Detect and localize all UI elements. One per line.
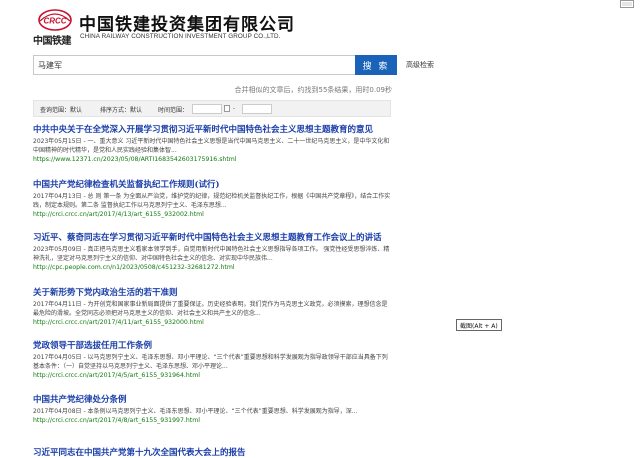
result-item: 党政领导干部选拔任用工作条例 2017年04月05日 - 以马克思列宁主义、毛泽… — [33, 339, 393, 379]
result-item: 中国共产党纪律检查机关监督执纪工作规则(试行) 2017年04月13日 - 总 … — [33, 178, 393, 218]
result-url[interactable]: http://crci.crcc.cn/art/2017/4/11/art_61… — [33, 319, 393, 326]
result-snippet: 2017年04月11日 - 为开创党和国家事业新局面提供了重要保证。历史经验表明… — [33, 301, 388, 317]
result-url[interactable]: http://crci.crcc.cn/art/2017/4/5/art_615… — [33, 372, 393, 379]
result-item: 中国共产党纪律处分条例 2017年04月08日 - 本条例以马克思列宁主义、毛泽… — [33, 393, 393, 424]
screenshot-tooltip: 截图(Alt + A) — [456, 319, 502, 331]
result-snippet: 2023年05月09日 - 真正把马克思主义看家本领学到手，自觉用新时代中国特色… — [33, 246, 390, 262]
start-date-input[interactable] — [192, 104, 222, 114]
end-date-input[interactable] — [242, 104, 272, 114]
crcc-emblem-icon: CRCC — [38, 9, 72, 31]
logo-text: 中国铁建 — [33, 36, 72, 47]
time-range-label: 时间范围： — [158, 107, 189, 114]
search-input[interactable] — [33, 55, 355, 75]
result-title[interactable]: 党政领导干部选拔任用工作条例 — [33, 339, 393, 351]
company-name-en: CHINA RAILWAY CONSTRUCTION INVESTMENT GR… — [80, 33, 281, 40]
result-snippet: 2017年04月05日 - 以马克思列宁主义、毛泽东思想、邓小平理论、“三个代表… — [33, 354, 388, 370]
result-snippet: 2017年04月08日 - 本条例以马克思列宁主义、毛泽东思想、邓小平理论、“三… — [33, 408, 358, 415]
crcc-logo[interactable]: CRCC 中国铁建 — [33, 7, 77, 47]
result-title[interactable]: 中国共产党纪律处分条例 — [33, 393, 393, 405]
result-stats: 合并相似的文章后，约找到55条结果，用时0.09秒 — [234, 86, 393, 94]
result-url[interactable]: http://crci.crcc.cn/art/2017/4/8/art_615… — [33, 417, 393, 424]
result-item: 习近平、蔡奇同志在学习贯彻习近平新时代中国特色社会主义思想主题教育工作会议上的讲… — [33, 231, 393, 271]
result-item: 习近平同志在中国共产党第十九次全国代表大会上的报告 — [33, 446, 393, 458]
company-name-cn: 中国铁建投资集团有限公司 — [79, 15, 295, 35]
site-header: CRCC 中国铁建 中国铁建投资集团有限公司 CHINA RAILWAY CON… — [33, 7, 593, 47]
calendar-icon[interactable] — [224, 105, 230, 112]
advanced-search-link[interactable]: 高级检索 — [406, 60, 434, 70]
result-title[interactable]: 关于新形势下党内政治生活的若干准则 — [33, 286, 393, 298]
result-url[interactable]: http://crci.crcc.cn/art/2017/4/13/art_61… — [33, 211, 393, 218]
result-title[interactable]: 中国共产党纪律检查机关监督执纪工作规则(试行) — [33, 178, 393, 190]
result-url[interactable]: https://www.12371.cn/2023/05/08/ARTI1683… — [33, 156, 393, 163]
svg-text:CRCC: CRCC — [43, 17, 66, 26]
sort-filter[interactable]: 排序方式：默认 — [100, 105, 142, 114]
result-title[interactable]: 习近平、蔡奇同志在学习贯彻习近平新时代中国特色社会主义思想主题教育工作会议上的讲… — [33, 231, 393, 243]
date-separator: - — [233, 105, 236, 112]
result-snippet: 2023年05月15日 - 一、重大意义 习近平新时代中国特色社会主义思想是当代… — [33, 138, 390, 154]
filter-bar: 查询范围：默认 排序方式：默认 时间范围： - — [33, 100, 391, 117]
result-item: 关于新形势下党内政治生活的若干准则 2017年04月11日 - 为开创党和国家事… — [33, 286, 393, 326]
search-button[interactable]: 搜 索 — [355, 55, 397, 75]
result-title[interactable]: 中共中央关于在全党深入开展学习贯彻习近平新时代中国特色社会主义思想主题教育的意见 — [33, 123, 393, 135]
result-item: 中共中央关于在全党深入开展学习贯彻习近平新时代中国特色社会主义思想主题教育的意见… — [33, 123, 393, 163]
corner-flag-icon[interactable] — [620, 0, 634, 8]
result-title[interactable]: 习近平同志在中国共产党第十九次全国代表大会上的报告 — [33, 446, 393, 458]
result-url[interactable]: http://cpc.people.com.cn/n1/2023/0508/c4… — [33, 264, 393, 271]
result-snippet: 2017年04月13日 - 总 则 第一条 为全面从严治党，维护党的纪律，规范纪… — [33, 193, 391, 209]
scope-filter[interactable]: 查询范围：默认 — [40, 105, 82, 114]
